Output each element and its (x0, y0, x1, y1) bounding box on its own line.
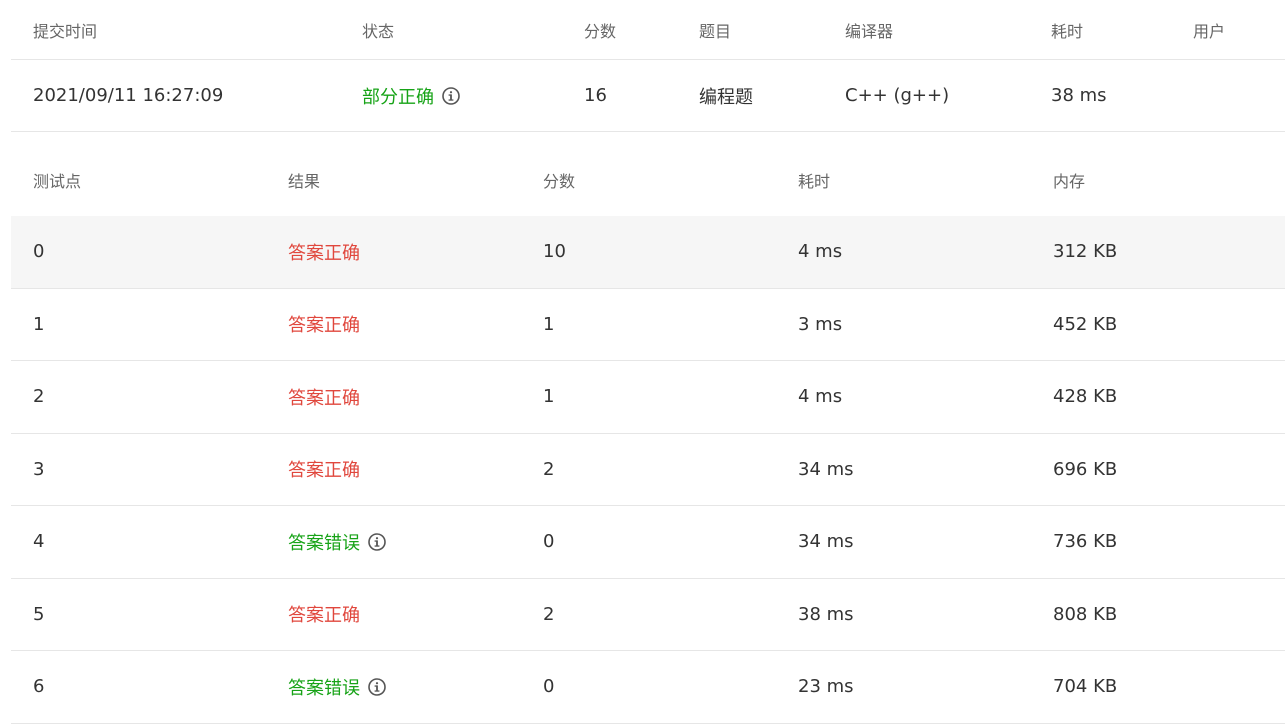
testcase-elapsed: 34 ms (798, 531, 854, 553)
testcase-table: 测试点 结果 分数 耗时 内存 0 答案正确 10 4 ms 312 KB 1 … (11, 144, 1285, 724)
submission-time: 2021/09/11 16:27:09 (33, 85, 224, 106)
table-row: 5 答案正确 2 38 ms 808 KB (11, 579, 1285, 651)
submission-compiler-header: 编译器 (845, 21, 894, 41)
testcase-score: 2 (543, 603, 555, 625)
submission-table: 提交时间 状态 分数 题目 编译器 耗时 用户 2021/09/11 16:27… (11, 0, 1285, 132)
testcase-score: 0 (543, 531, 555, 553)
submission-score: 16 (584, 85, 607, 106)
testcase-rows: 0 答案正确 10 4 ms 312 KB 1 答案正确 1 3 ms 452 … (11, 216, 1285, 724)
testcase-result-label: 答案错误 (288, 677, 360, 699)
submission-status-label[interactable]: 部分正确 (362, 83, 434, 109)
testcase-elapsed: 4 ms (798, 241, 843, 263)
table-row: 2 答案正确 1 4 ms 428 KB (11, 361, 1285, 434)
table-row: 3 答案正确 2 34 ms 696 KB (11, 434, 1285, 506)
testcase-result: 答案正确 (288, 434, 360, 506)
testcase-header-row: 测试点 结果 分数 耗时 内存 (11, 144, 1285, 216)
submission-row: 2021/09/11 16:27:09 部分正确 16 编程题 C++ (g++… (11, 60, 1285, 132)
testcase-memory: 736 KB (1053, 531, 1118, 553)
submission-status[interactable]: 部分正确 (362, 60, 460, 131)
testcase-memory: 452 KB (1053, 313, 1118, 335)
info-circle-icon[interactable] (442, 86, 460, 105)
submission-compiler: C++ (g++) (845, 85, 950, 106)
testcase-elapsed: 23 ms (798, 676, 854, 698)
testcase-elapsed: 3 ms (798, 313, 843, 335)
testcase-result-label: 答案正确 (288, 315, 360, 337)
testcase-result-label: 答案正确 (288, 242, 360, 264)
testcase-memory: 808 KB (1053, 603, 1118, 625)
table-row: 4 答案错误 0 34 ms 736 KB (11, 506, 1285, 579)
testcase-result-header: 结果 (288, 172, 321, 191)
submission-status-header: 状态 (362, 21, 395, 41)
testcase-case-header: 测试点 (33, 172, 82, 191)
submission-header-row: 提交时间 状态 分数 题目 编译器 耗时 用户 (11, 0, 1285, 60)
testcase-memory: 312 KB (1053, 241, 1118, 263)
testcase-case: 5 (33, 603, 45, 625)
submission-time-header: 提交时间 (33, 21, 98, 41)
testcase-result-label: 答案正确 (288, 460, 360, 482)
testcase-result[interactable]: 答案错误 (288, 506, 386, 578)
testcase-case: 1 (33, 313, 45, 335)
testcase-score: 1 (543, 386, 555, 408)
testcase-score: 10 (543, 241, 566, 263)
table-row: 1 答案正确 1 3 ms 452 KB (11, 289, 1285, 361)
testcase-case: 3 (33, 458, 45, 480)
testcase-case: 6 (33, 676, 45, 698)
table-row: 6 答案错误 0 23 ms 704 KB (11, 651, 1285, 724)
submission-user-header: 用户 (1193, 21, 1226, 41)
testcase-memory: 704 KB (1053, 676, 1118, 698)
testcase-case: 4 (33, 531, 45, 553)
submission-problem-header: 题目 (699, 21, 732, 41)
testcase-elapsed-header: 耗时 (798, 172, 831, 191)
testcase-memory-header: 内存 (1053, 172, 1086, 191)
testcase-result-label: 答案正确 (288, 605, 360, 627)
testcase-case: 2 (33, 386, 45, 408)
testcase-memory: 428 KB (1053, 386, 1118, 408)
testcase-result: 答案正确 (288, 289, 360, 361)
table-row: 0 答案正确 10 4 ms 312 KB (11, 216, 1285, 289)
submission-score-header: 分数 (584, 21, 617, 41)
info-circle-icon[interactable] (368, 677, 386, 696)
submission-elapsed: 38 ms (1051, 85, 1107, 106)
testcase-elapsed: 38 ms (798, 603, 854, 625)
testcase-score-header: 分数 (543, 172, 576, 191)
testcase-result-label: 答案正确 (288, 387, 360, 409)
testcase-elapsed: 34 ms (798, 458, 854, 480)
testcase-result: 答案正确 (288, 216, 360, 288)
submission-elapsed-header: 耗时 (1051, 21, 1084, 41)
testcase-elapsed: 4 ms (798, 386, 843, 408)
submission-problem[interactable]: 编程题 (699, 60, 753, 131)
testcase-result: 答案正确 (288, 579, 360, 651)
testcase-score: 2 (543, 458, 555, 480)
testcase-memory: 696 KB (1053, 458, 1118, 480)
testcase-score: 1 (543, 313, 555, 335)
testcase-result: 答案正确 (288, 361, 360, 433)
info-circle-icon[interactable] (368, 532, 386, 551)
testcase-score: 0 (543, 676, 555, 698)
testcase-case: 0 (33, 241, 45, 263)
testcase-result[interactable]: 答案错误 (288, 651, 386, 723)
testcase-result-label: 答案错误 (288, 532, 360, 554)
